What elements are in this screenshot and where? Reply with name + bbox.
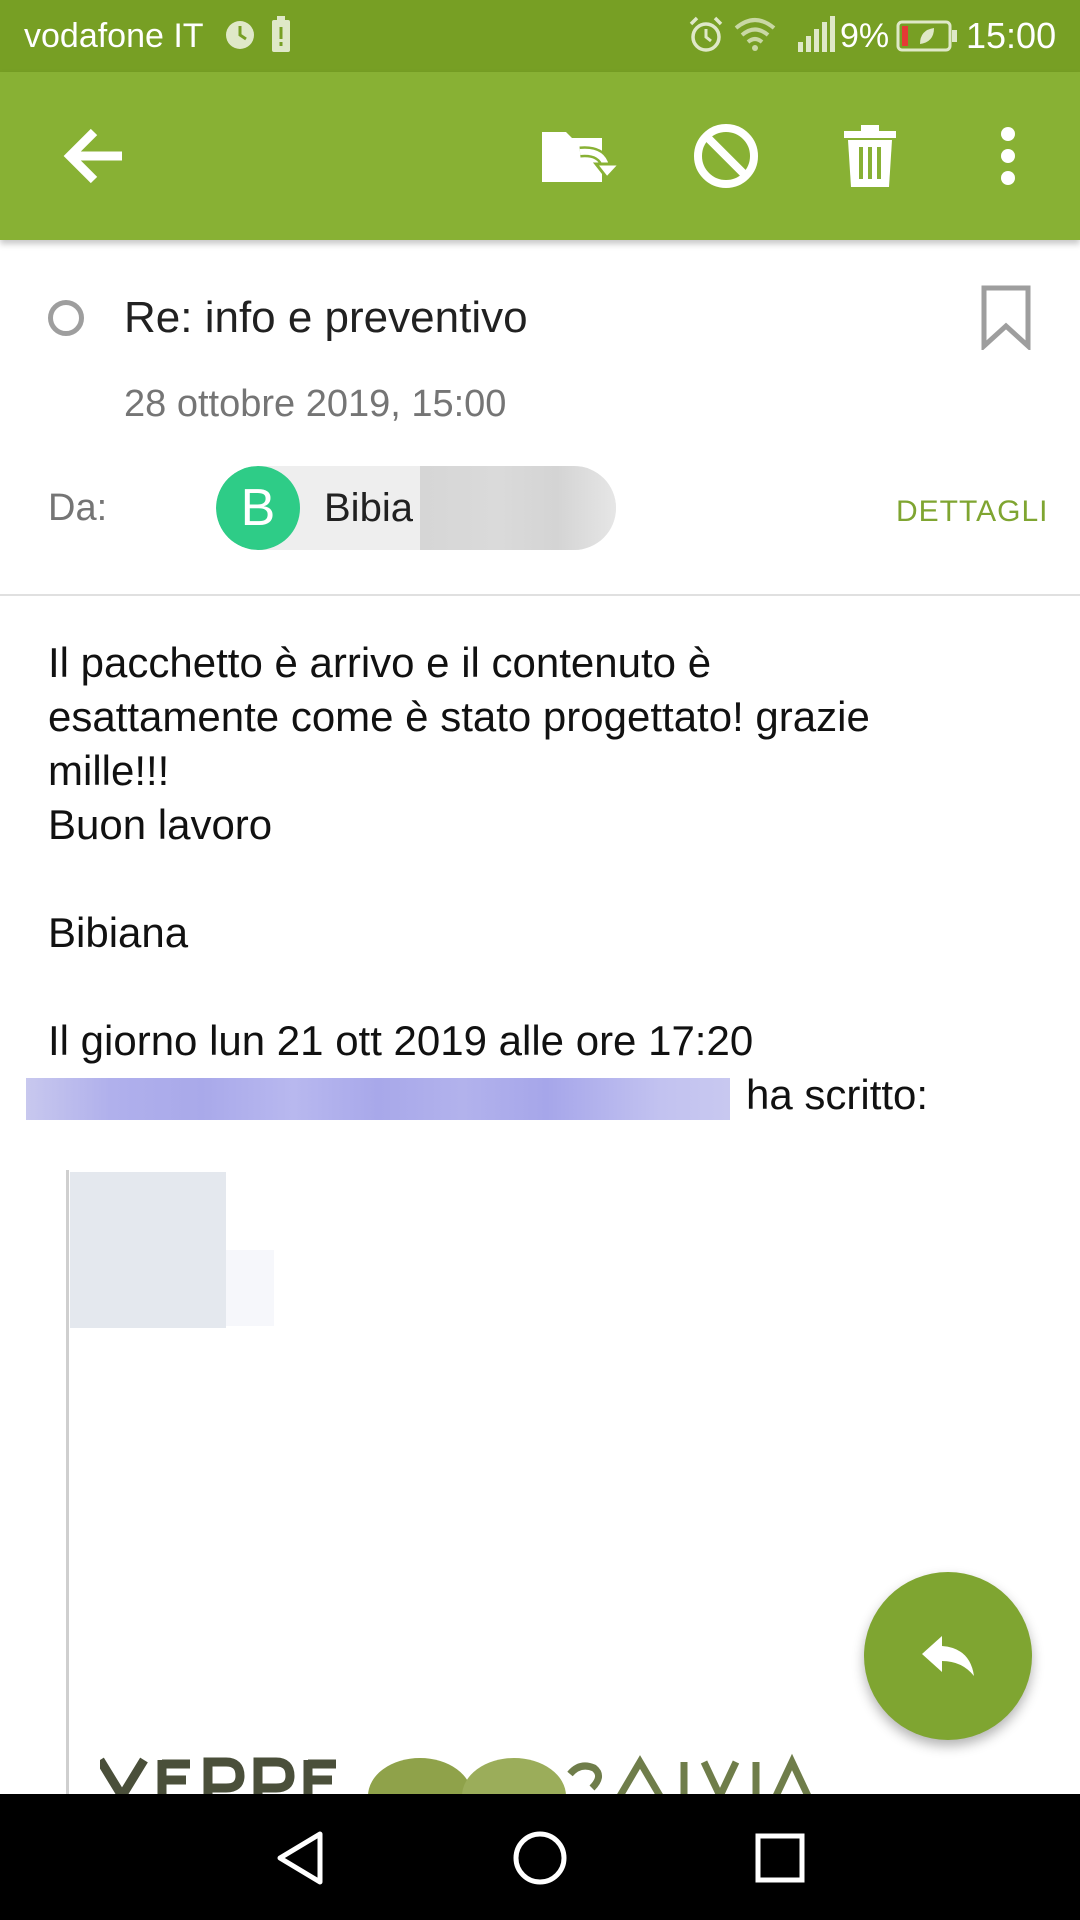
move-folder-icon [542,132,624,182]
body-line: Buon lavoro [48,801,273,848]
redacted-image [70,1172,226,1328]
back-icon [63,128,122,184]
alarm-icon [226,21,254,49]
nav-recents-button[interactable] [740,1818,820,1898]
from-label: Da: [48,487,108,529]
sender-name: Bibia [324,486,413,530]
signature: Bibiana [48,909,189,956]
app-bar [0,72,1080,240]
redacted-image [226,1250,274,1326]
message-subject: Re: info e preventivo [124,293,528,342]
back-triangle-icon [277,1831,323,1885]
quote-bar [66,1170,69,1794]
signal-icon [798,16,835,52]
message-body: Il pacchetto è arrivo e il contenuto è e… [48,636,1048,1068]
battery-icon [896,20,957,52]
sender-avatar: B [216,466,300,550]
move-folder-button[interactable] [534,108,630,204]
wifi-icon [734,18,776,51]
more-options-icon [1001,127,1015,185]
header-divider [0,594,1080,596]
home-circle-icon [513,1831,567,1885]
reply-icon [922,1636,974,1676]
block-spam-button[interactable] [678,108,774,204]
battery-percentage: 9% [840,17,890,55]
clock: 15:00 [966,15,1057,56]
redacted-sender-address [26,1078,730,1120]
nav-home-button[interactable] [500,1818,580,1898]
status-bar: vodafone IT 9% 15:00 [0,0,1080,72]
carrier-name: vodafone IT [24,17,204,55]
reply-button[interactable] [864,1572,1032,1740]
wrote-text: ha scritto: [746,1071,929,1118]
message-date: 28 ottobre 2019, 15:00 [124,383,507,425]
details-button[interactable]: DETTAGLI [896,494,1048,530]
body-line: Il pacchetto è arrivo e il contenuto è [48,639,712,686]
alarm-clock-icon [689,16,723,52]
battery-alert-icon [272,16,290,52]
delete-icon [844,125,896,187]
bookmark-icon[interactable] [980,284,1032,350]
quote-attribution: ha scritto: [0,1068,1080,1122]
body-line: mille!!! [48,747,170,794]
block-spam-icon [694,124,758,188]
more-options-button[interactable] [960,108,1056,204]
quote-intro: Il giorno lun 21 ott 2019 alle ore 17:20 [48,1017,754,1064]
sender-chip[interactable]: B Bibia [216,466,616,550]
recents-square-icon [755,1833,805,1883]
redacted-area [420,466,616,550]
delete-button[interactable] [822,108,918,204]
system-navigation-bar [0,1794,1080,1920]
back-button[interactable] [46,108,142,204]
nav-back-button[interactable] [260,1818,340,1898]
body-line: esattamente come è stato progettato! gra… [48,693,870,740]
read-status-indicator[interactable] [48,300,84,336]
quoted-logo-image [100,1753,812,1796]
